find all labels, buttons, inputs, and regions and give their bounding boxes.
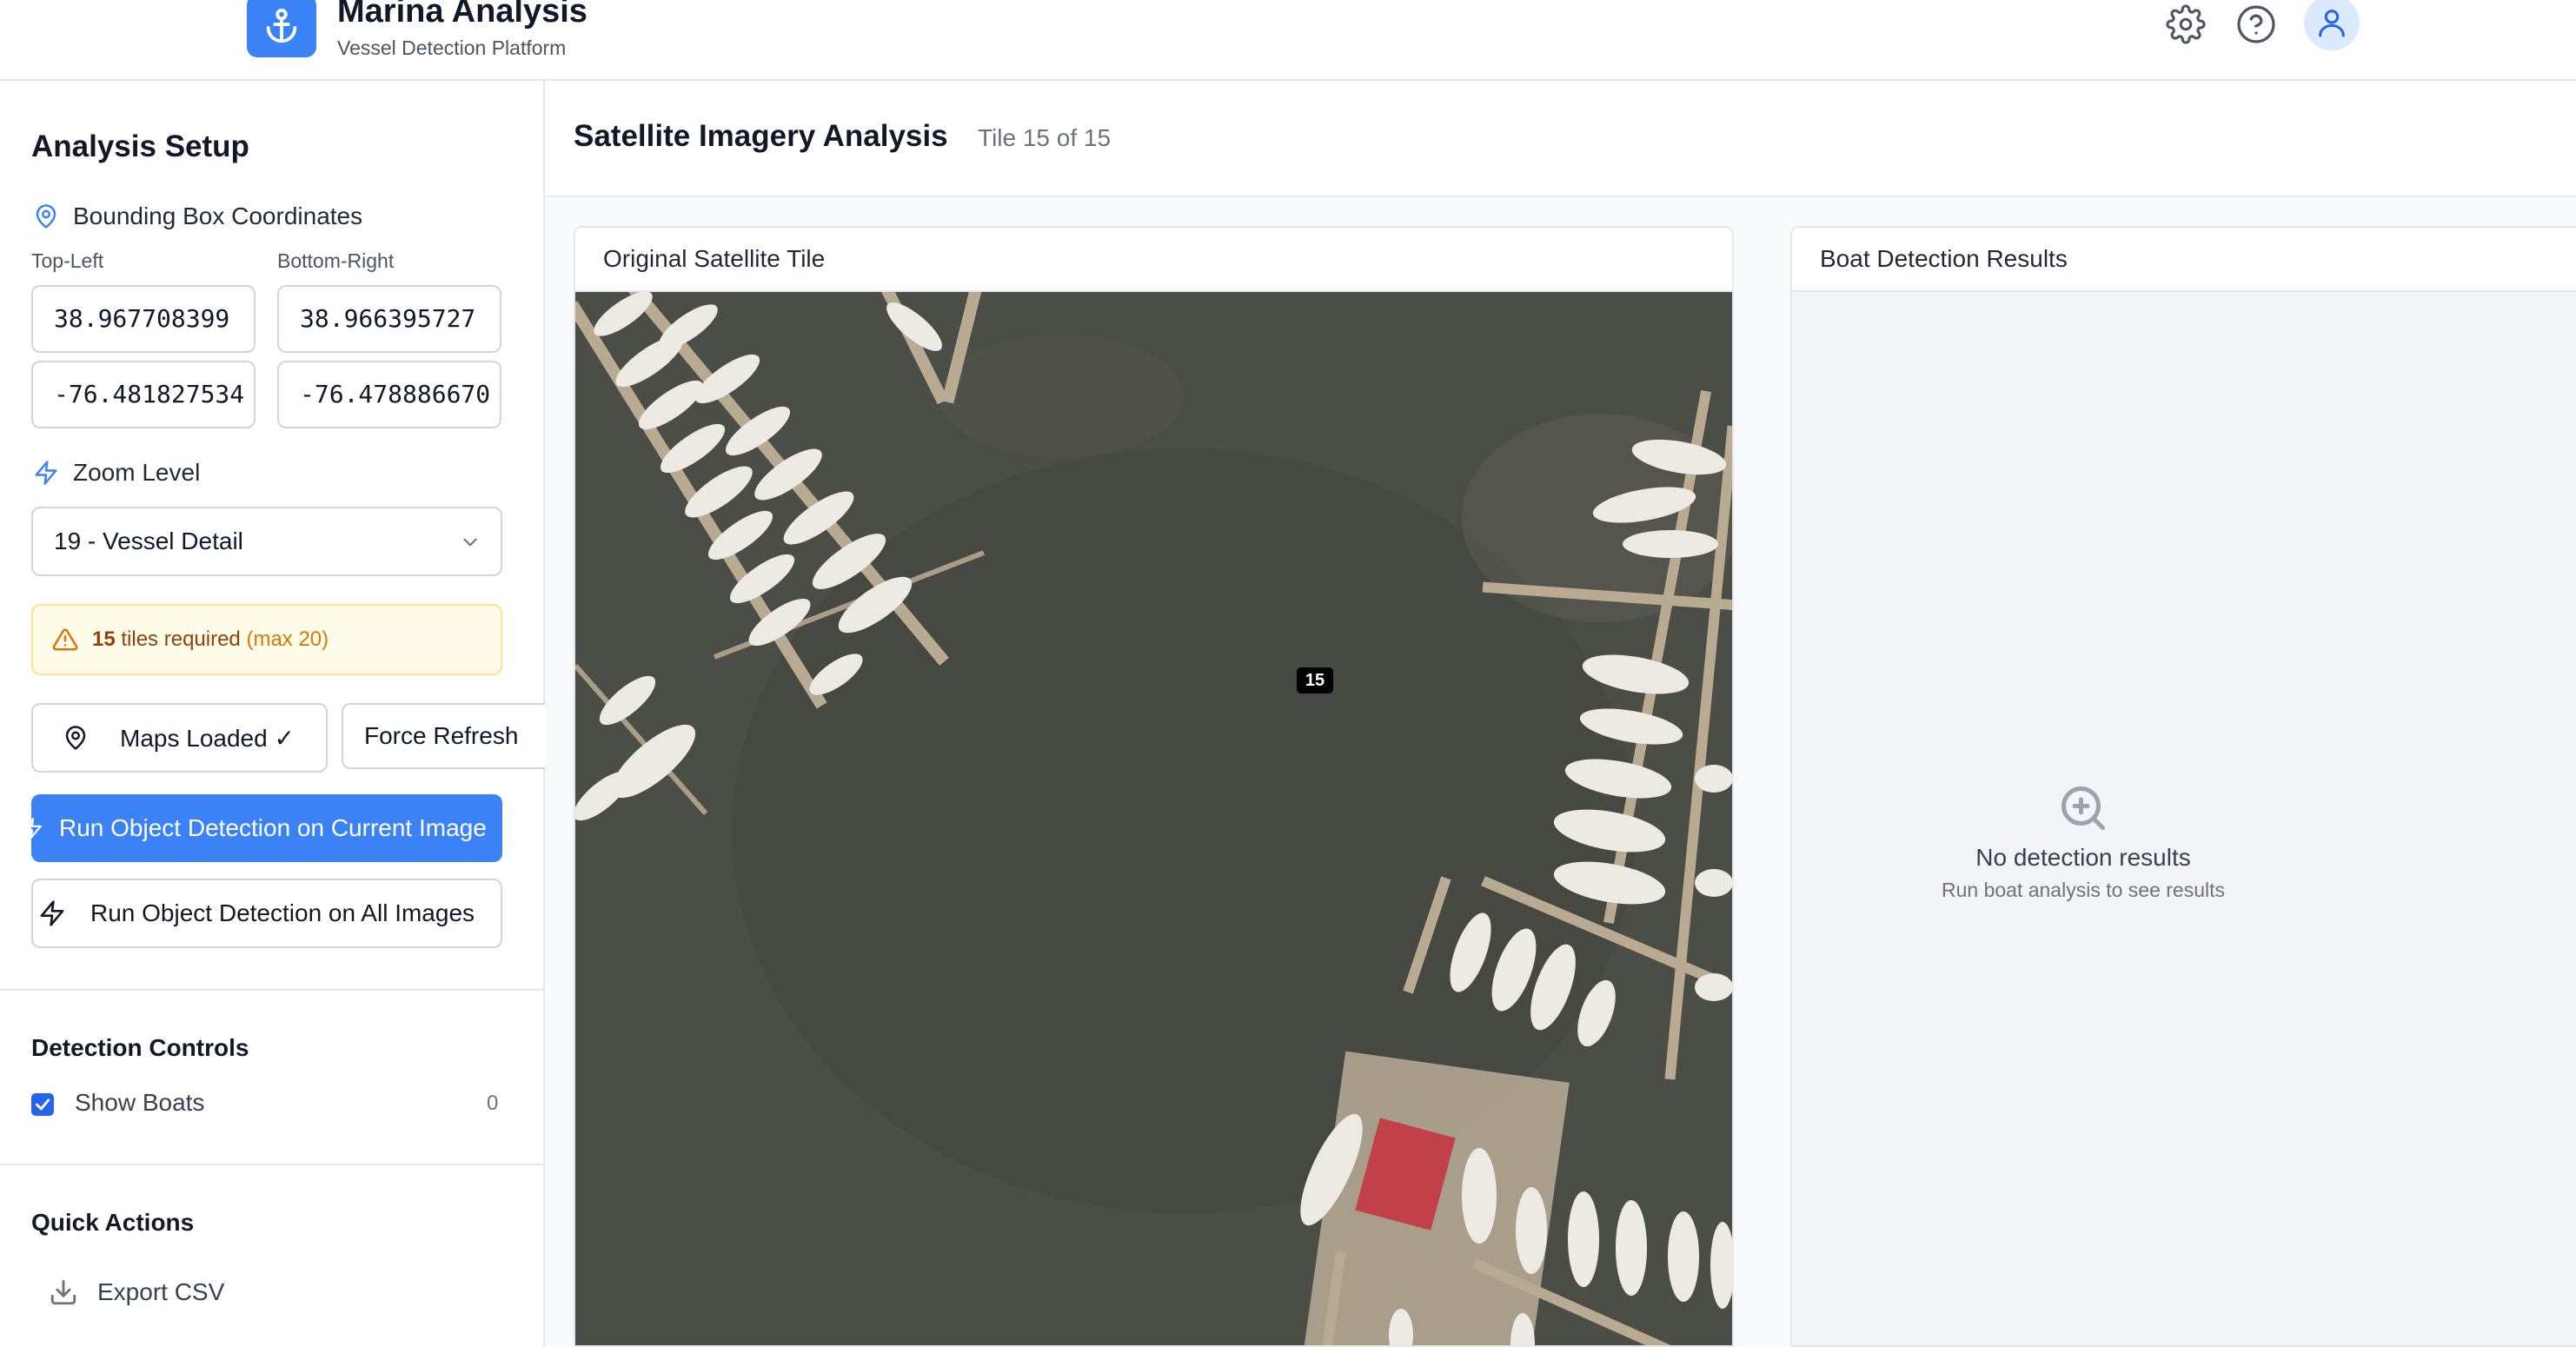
user-icon: [2319, 10, 2345, 37]
detection-results-body: No detection results Run boat analysis t…: [1792, 292, 2576, 1345]
help-button[interactable]: [2230, 0, 2282, 49]
zoom-section-label: Zoom Level: [33, 459, 200, 487]
user-avatar-button[interactable]: [2304, 0, 2360, 50]
tiles-max-text: (max 20): [246, 627, 329, 651]
lightning-icon: [31, 818, 42, 839]
warning-icon: [52, 628, 78, 651]
top-left-lat-input[interactable]: 38.967708399: [31, 285, 256, 353]
app-subtitle: Vessel Detection Platform: [337, 36, 567, 59]
export-csv-label: Export CSV: [97, 1278, 225, 1305]
app-header: Marina Analysis Vessel Detection Platfor…: [0, 0, 2576, 81]
maps-loaded-button[interactable]: Maps Loaded ✓: [31, 703, 328, 773]
sidebar-title: Analysis Setup: [31, 129, 249, 163]
chevron-down-icon: [463, 538, 477, 547]
zoom-label: Zoom Level: [73, 459, 201, 486]
zoom-level-select[interactable]: 19 - Vessel Detail: [31, 507, 502, 576]
no-results-hint: Run boat analysis to see results: [1941, 879, 2225, 901]
empty-state: No detection results Run boat analysis t…: [1792, 782, 2374, 902]
original-tile-title: Original Satellite Tile: [575, 228, 1732, 292]
detection-results-title: Boat Detection Results: [1792, 228, 2576, 292]
anchor-icon: [266, 8, 297, 43]
app-logo: [247, 0, 316, 57]
bottom-right-lng-input[interactable]: -76.478886670: [277, 361, 501, 428]
run-detection-current-button[interactable]: Run Object Detection on Current Image: [31, 794, 502, 862]
maps-loaded-label: Maps Loaded ✓: [120, 724, 295, 752]
main-content: Satellite Imagery Analysis Tile 15 of 15…: [545, 81, 2576, 1347]
settings-button[interactable]: [2160, 0, 2212, 49]
lightning-icon: [35, 461, 57, 485]
bottom-right-lat-input[interactable]: 38.966395727: [277, 285, 501, 353]
run-detection-current-label: Run Object Detection on Current Image: [59, 814, 487, 841]
page-title: Satellite Imagery Analysis: [574, 119, 948, 153]
quick-actions-title: Quick Actions: [31, 1209, 195, 1236]
download-icon: [50, 1279, 76, 1305]
show-boats-label: Show Boats: [75, 1089, 205, 1116]
original-tile-panel: Original Satellite Tile 15: [574, 226, 1734, 1347]
app-title: Marina Analysis: [337, 0, 588, 30]
main-header: Satellite Imagery Analysis Tile 15 of 15: [545, 81, 2576, 197]
tiles-count: 15: [92, 627, 116, 651]
satellite-tile-image[interactable]: 15: [575, 292, 1732, 1345]
zoom-in-icon: [2061, 786, 2105, 830]
check-icon: [35, 1098, 50, 1111]
top-left-lng-input[interactable]: -76.481827534: [31, 361, 256, 428]
help-icon: [2237, 5, 2275, 43]
boat-count: 0: [487, 1092, 499, 1115]
export-csv-button[interactable]: Export CSV: [49, 1277, 224, 1307]
bottom-right-label: Bottom-Right: [277, 249, 395, 272]
zoom-level-value: 19 - Vessel Detail: [54, 528, 243, 554]
tiles-required-text: tiles required: [121, 627, 241, 651]
tiles-warning: 15 tiles required (max 20): [31, 604, 502, 675]
gear-icon: [2166, 4, 2206, 44]
sidebar: Analysis Setup Bounding Box Coordinates …: [0, 81, 545, 1347]
bbox-label: Bounding Box Coordinates: [73, 202, 363, 229]
top-left-label: Top-Left: [31, 249, 104, 272]
run-detection-all-label: Run Object Detection on All Images: [90, 899, 475, 926]
tile-counter: Tile 15 of 15: [978, 124, 1112, 151]
show-boats-checkbox[interactable]: [31, 1093, 54, 1116]
sidebar-divider: [0, 1164, 543, 1165]
bbox-section-label: Bounding Box Coordinates: [33, 202, 362, 230]
lightning-icon: [40, 900, 64, 926]
force-refresh-label: Force Refresh: [364, 722, 519, 749]
map-pin-icon: [65, 726, 86, 750]
satellite-marina-image: [575, 292, 1732, 1345]
no-results-title: No detection results: [1975, 844, 2191, 871]
detection-controls-title: Detection Controls: [31, 1034, 249, 1061]
force-refresh-button[interactable]: Force Refresh: [342, 703, 545, 769]
tile-number-badge: 15: [1297, 667, 1333, 693]
run-detection-all-button[interactable]: Run Object Detection on All Images: [31, 879, 502, 948]
sidebar-divider: [0, 989, 543, 991]
map-pin-icon: [36, 204, 56, 229]
detection-results-panel: Boat Detection Results No detection resu…: [1790, 226, 2576, 1347]
